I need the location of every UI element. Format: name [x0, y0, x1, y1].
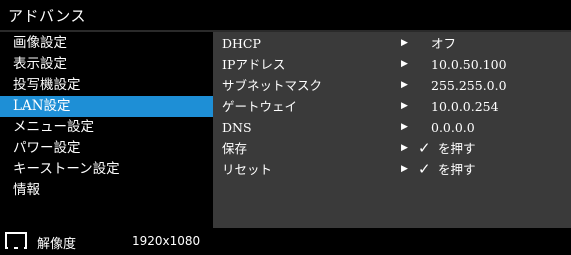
arrow-right-icon: ▶ [401, 101, 408, 111]
sidebar-item-lan-settings[interactable]: LAN設定 [0, 96, 213, 117]
setting-value: 0.0.0.0 [431, 120, 475, 135]
sidebar-item-menu-settings[interactable]: メニュー設定 [0, 117, 213, 138]
sidebar-item-label: キーストーン設定 [13, 161, 120, 177]
sidebar-item-power-settings[interactable]: パワー設定 [0, 138, 213, 159]
setting-row-ip-address[interactable]: IPアドレス ▶ 10.0.50.100 [213, 54, 571, 75]
setting-label: DHCP [222, 36, 261, 51]
setting-row-gateway[interactable]: ゲートウェイ ▶ 10.0.0.254 [213, 96, 571, 117]
setting-row-save[interactable]: 保存 ▶ ✓ を押す [213, 138, 571, 159]
menu-title: アドバンス [8, 7, 86, 25]
arrow-right-icon: ▶ [401, 80, 408, 90]
setting-value: 10.0.50.100 [431, 57, 507, 72]
lan-settings-panel: DHCP ▶ オフ IPアドレス ▶ 10.0.50.100 サブネットマスク … [213, 32, 571, 228]
sidebar-item-label: 情報 [13, 182, 40, 198]
arrow-right-icon: ▶ [401, 38, 408, 48]
sidebar-item-information[interactable]: 情報 [0, 180, 213, 201]
sidebar-item-image-settings[interactable]: 画像設定 [0, 33, 213, 54]
resolution-icon-notch [18, 247, 24, 249]
setting-value: 255.255.0.0 [431, 78, 507, 93]
sidebar-item-label: 表示設定 [13, 56, 67, 72]
sidebar-item-keystone-settings[interactable]: キーストーン設定 [0, 159, 213, 180]
sidebar: 画像設定 表示設定 投写機設定 LAN設定 メニュー設定 パワー設定 キーストー… [0, 32, 213, 228]
arrow-right-icon: ▶ [401, 59, 408, 69]
sidebar-item-display-settings[interactable]: 表示設定 [0, 54, 213, 75]
status-footer: 解像度 1920x1080 [0, 228, 571, 255]
sidebar-item-label: メニュー設定 [13, 119, 94, 135]
setting-label: DNS [222, 120, 252, 135]
sidebar-item-projector-settings[interactable]: 投写機設定 [0, 75, 213, 96]
setting-row-dhcp[interactable]: DHCP ▶ オフ [213, 33, 571, 54]
setting-label: ゲートウェイ [222, 99, 298, 114]
checkmark-icon: ✓ [418, 139, 431, 157]
arrow-right-icon: ▶ [401, 122, 408, 132]
setting-row-reset[interactable]: リセット ▶ ✓ を押す [213, 159, 571, 180]
resolution-label: 解像度 [37, 237, 77, 252]
sidebar-item-label: LAN設定 [13, 98, 71, 114]
setting-value: を押す [438, 162, 476, 177]
setting-label: リセット [222, 162, 273, 177]
sidebar-item-label: 投写機設定 [13, 77, 81, 93]
setting-row-dns[interactable]: DNS ▶ 0.0.0.0 [213, 117, 571, 138]
arrow-right-icon: ▶ [401, 164, 408, 174]
menu-titlebar: アドバンス [0, 0, 571, 32]
setting-value: 10.0.0.254 [431, 99, 499, 114]
setting-value: オフ [431, 36, 457, 51]
setting-label: サブネットマスク [222, 78, 323, 93]
sidebar-item-label: パワー設定 [13, 140, 81, 156]
setting-label: 保存 [222, 141, 248, 156]
setting-value: を押す [438, 141, 476, 156]
resolution-icon-notch [8, 247, 14, 249]
checkmark-icon: ✓ [418, 160, 431, 178]
sidebar-item-label: 画像設定 [13, 35, 67, 51]
resolution-icon [5, 232, 27, 249]
setting-label: IPアドレス [222, 57, 286, 72]
arrow-right-icon: ▶ [401, 143, 408, 153]
resolution-value: 1920x1080 [132, 234, 201, 248]
setting-row-subnet-mask[interactable]: サブネットマスク ▶ 255.255.0.0 [213, 75, 571, 96]
